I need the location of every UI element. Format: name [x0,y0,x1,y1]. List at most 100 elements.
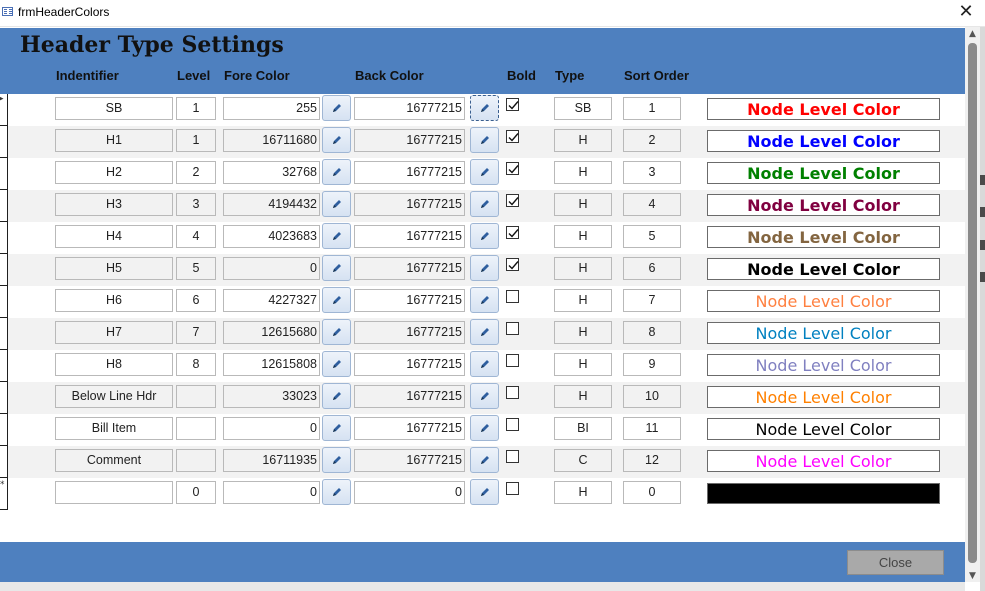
bold-checkbox[interactable] [506,482,519,495]
bold-checkbox[interactable] [506,322,519,335]
fore-color-field[interactable]: 0 [223,257,320,280]
scroll-down-icon[interactable]: ▼ [965,569,980,584]
fore-color-field[interactable]: 16711935 [223,449,320,472]
record-selector[interactable] [0,446,8,478]
type-field[interactable]: SB [554,97,612,120]
sort-order-field[interactable]: 1 [623,97,681,120]
sort-order-field[interactable]: 5 [623,225,681,248]
back-color-field[interactable]: 16777215 [354,449,465,472]
identifier-field[interactable]: Bill Item [55,417,173,440]
type-field[interactable]: H [554,129,612,152]
record-selector[interactable] [0,158,8,190]
fore-color-field[interactable]: 0 [223,481,320,504]
back-color-picker-button[interactable] [470,255,499,281]
sort-order-field[interactable]: 4 [623,193,681,216]
back-color-field[interactable]: 16777215 [354,97,465,120]
vertical-scrollbar[interactable]: ▲ ▼ [965,27,980,582]
back-color-field[interactable]: 16777215 [354,257,465,280]
window-close-button[interactable]: ✕ [955,1,977,23]
bold-checkbox[interactable] [506,130,519,143]
type-field[interactable]: H [554,385,612,408]
bold-checkbox[interactable] [506,354,519,367]
back-color-field[interactable]: 16777215 [354,321,465,344]
level-field[interactable]: 3 [176,193,216,216]
back-color-picker-button[interactable] [470,351,499,377]
identifier-field[interactable]: Below Line Hdr [55,385,173,408]
identifier-field[interactable]: H2 [55,161,173,184]
fore-color-picker-button[interactable] [322,383,351,409]
level-field[interactable] [176,449,216,472]
back-color-field[interactable]: 16777215 [354,225,465,248]
identifier-field[interactable]: SB [55,97,173,120]
level-field[interactable]: 6 [176,289,216,312]
bold-checkbox[interactable] [506,418,519,431]
fore-color-picker-button[interactable] [322,95,351,121]
bold-checkbox[interactable] [506,98,519,111]
identifier-field[interactable]: H1 [55,129,173,152]
sort-order-field[interactable]: 0 [623,481,681,504]
fore-color-picker-button[interactable] [322,319,351,345]
fore-color-picker-button[interactable] [322,479,351,505]
sort-order-field[interactable]: 3 [623,161,681,184]
back-color-picker-button[interactable] [470,159,499,185]
bold-checkbox[interactable] [506,290,519,303]
record-selector[interactable] [0,414,8,446]
back-color-field[interactable]: 16777215 [354,417,465,440]
sort-order-field[interactable]: 9 [623,353,681,376]
back-color-picker-button[interactable] [470,479,499,505]
record-selector[interactable] [0,222,8,254]
scroll-up-icon[interactable]: ▲ [965,27,980,42]
type-field[interactable]: H [554,257,612,280]
back-color-field[interactable]: 16777215 [354,385,465,408]
fore-color-field[interactable]: 4194432 [223,193,320,216]
record-selector[interactable] [0,382,8,414]
type-field[interactable]: H [554,193,612,216]
level-field[interactable] [176,385,216,408]
record-selector[interactable] [0,190,8,222]
record-selector[interactable] [0,478,8,510]
bold-checkbox[interactable] [506,162,519,175]
level-field[interactable]: 2 [176,161,216,184]
back-color-picker-button[interactable] [470,287,499,313]
level-field[interactable]: 8 [176,353,216,376]
fore-color-field[interactable]: 12615680 [223,321,320,344]
bold-checkbox[interactable] [506,194,519,207]
fore-color-field[interactable]: 255 [223,97,320,120]
fore-color-picker-button[interactable] [322,223,351,249]
fore-color-picker-button[interactable] [322,447,351,473]
level-field[interactable]: 1 [176,97,216,120]
sort-order-field[interactable]: 7 [623,289,681,312]
fore-color-picker-button[interactable] [322,255,351,281]
back-color-picker-button[interactable] [470,447,499,473]
back-color-field[interactable]: 16777215 [354,289,465,312]
back-color-field[interactable]: 0 [354,481,465,504]
level-field[interactable]: 1 [176,129,216,152]
back-color-picker-button[interactable] [470,415,499,441]
fore-color-picker-button[interactable] [322,351,351,377]
identifier-field[interactable]: H3 [55,193,173,216]
level-field[interactable] [176,417,216,440]
identifier-field[interactable]: H4 [55,225,173,248]
record-selector[interactable] [0,286,8,318]
level-field[interactable]: 7 [176,321,216,344]
level-field[interactable]: 0 [176,481,216,504]
back-color-picker-button[interactable] [470,127,499,153]
bold-checkbox[interactable] [506,226,519,239]
bold-checkbox[interactable] [506,258,519,271]
type-field[interactable]: H [554,481,612,504]
close-button[interactable]: Close [847,550,944,575]
back-color-field[interactable]: 16777215 [354,161,465,184]
level-field[interactable]: 5 [176,257,216,280]
fore-color-picker-button[interactable] [322,191,351,217]
record-selector[interactable] [0,254,8,286]
type-field[interactable]: H [554,353,612,376]
sort-order-field[interactable]: 8 [623,321,681,344]
sort-order-field[interactable]: 6 [623,257,681,280]
sort-order-field[interactable]: 2 [623,129,681,152]
type-field[interactable]: C [554,449,612,472]
identifier-field[interactable]: H5 [55,257,173,280]
bold-checkbox[interactable] [506,450,519,463]
type-field[interactable]: H [554,321,612,344]
back-color-field[interactable]: 16777215 [354,129,465,152]
back-color-picker-button[interactable] [470,95,499,121]
